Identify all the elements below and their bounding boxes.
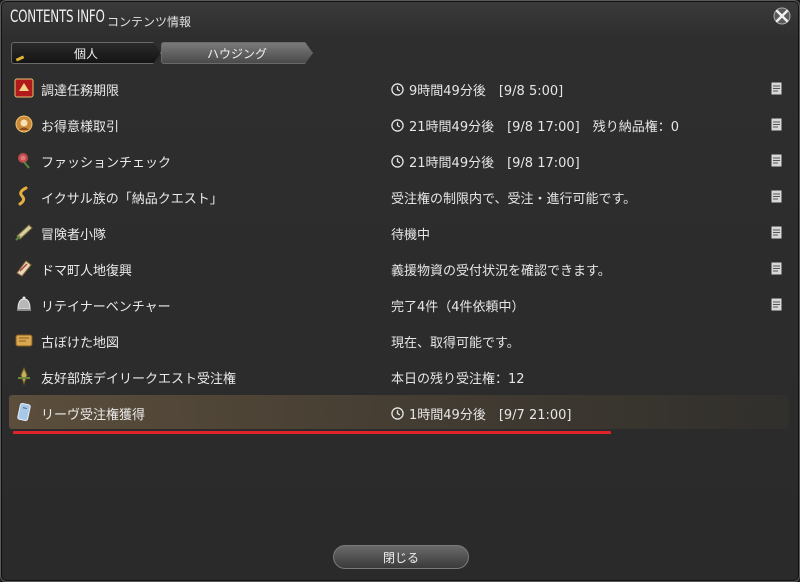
status-value: 9時間49分後 [9/8 5:00]	[409, 84, 564, 99]
status-value: 待機中	[391, 228, 431, 243]
status-value: 義援物資の受付状況を確認できます。	[391, 264, 611, 279]
status-text: 21時間49分後 [9/8 17:00]	[391, 152, 580, 171]
window-title: CONTENTS INFO	[10, 7, 105, 27]
detail-document-icon[interactable]	[771, 190, 782, 203]
treasure-map-icon	[13, 329, 35, 351]
list-item-label: ファッションチェック	[41, 156, 172, 171]
close-x-icon[interactable]	[771, 5, 793, 27]
squadron-icon	[13, 221, 35, 243]
list-item-label: イクサル族の「納品クエスト」	[41, 192, 223, 207]
status-text: 待機中	[391, 224, 430, 243]
detail-document-icon[interactable]	[771, 226, 782, 239]
custom-delivery-icon	[13, 113, 35, 135]
highlight-underline	[13, 431, 611, 434]
list-item-retainer-ventures[interactable]: リテイナーベンチャー 完了4件（4件依頼中）	[9, 287, 789, 321]
list-item-label: お得意様取引	[41, 120, 120, 135]
detail-document-icon[interactable]	[771, 82, 782, 95]
status-value: 完了4件（4件依頼中）	[391, 300, 525, 315]
detail-document-icon[interactable]	[771, 262, 782, 275]
title-bar[interactable]: CONTENTS INFO コンテンツ情報	[1, 1, 799, 35]
list-item-custom-deliveries[interactable]: お得意様取引 21時間49分後 [9/8 17:00] 残り納品権：0	[9, 107, 789, 141]
detail-document-icon[interactable]	[771, 298, 782, 311]
status-value: 本日の残り受注権：12	[391, 372, 525, 387]
close-button[interactable]: 閉じる	[333, 545, 469, 569]
list-item-label: 冒険者小隊	[41, 228, 107, 243]
status-text: 受注権の制限内で、受注・進行可能です。	[391, 188, 636, 207]
status-value: 21時間49分後 [9/8 17:00] 残り納品権：0	[409, 120, 680, 135]
clock-icon	[391, 155, 404, 168]
list-item-tribal-quests[interactable]: 友好部族デイリークエスト受注権 本日の残り受注権：12	[9, 359, 789, 393]
list-item-squadron[interactable]: 冒険者小隊 待機中	[9, 215, 789, 249]
status-text: 9時間49分後 [9/8 5:00]	[391, 80, 563, 99]
clock-icon	[391, 407, 404, 420]
window-subtitle: コンテンツ情報	[107, 15, 192, 29]
levequest-icon	[13, 401, 35, 423]
status-text: 義援物資の受付状況を確認できます。	[391, 260, 611, 279]
status-text: 本日の残り受注権：12	[391, 368, 525, 387]
list-item-fashion-report[interactable]: ファッションチェック 21時間49分後 [9/8 17:00]	[9, 143, 789, 177]
status-value: 21時間49分後 [9/8 17:00]	[409, 156, 580, 171]
list-item-label: リーヴ受注権獲得	[41, 408, 146, 423]
detail-document-icon[interactable]	[771, 154, 782, 167]
tab-personal[interactable]: 個人	[11, 42, 161, 64]
status-value: 1時間49分後 [9/7 21:00]	[409, 408, 572, 423]
contents-info-window: CONTENTS INFO コンテンツ情報 個人 ハウジング 調達任務期限 9時…	[0, 0, 800, 582]
retainer-bell-icon	[13, 293, 35, 315]
tab-housing[interactable]: ハウジング	[161, 42, 313, 64]
list-item-leve-allowances[interactable]: リーヴ受注権獲得 1時間49分後 [9/7 21:00]	[9, 395, 789, 429]
list-item-label: ドマ町人地復興	[41, 264, 133, 279]
status-value: 現在、取得可能です。	[391, 336, 520, 351]
list-item-label: 古ぼけた地図	[41, 336, 120, 351]
list-item-provisioning[interactable]: 調達任務期限 9時間49分後 [9/8 5:00]	[9, 71, 789, 105]
list-item-label: 友好部族デイリークエスト受注権	[41, 372, 237, 387]
status-text: 現在、取得可能です。	[391, 332, 520, 351]
status-value: 受注権の制限内で、受注・進行可能です。	[391, 192, 637, 207]
detail-document-icon[interactable]	[771, 118, 782, 131]
ixal-icon	[13, 185, 35, 207]
list-item-treasure-map[interactable]: 古ぼけた地図 現在、取得可能です。	[9, 323, 789, 357]
rose-icon	[13, 149, 35, 171]
status-text: 21時間49分後 [9/8 17:00] 残り納品権：0	[391, 116, 679, 135]
clock-icon	[391, 119, 404, 132]
list-item-label: リテイナーベンチャー	[41, 300, 171, 315]
list-item-doman-enclave[interactable]: ドマ町人地復興 義援物資の受付状況を確認できます。	[9, 251, 789, 285]
clock-icon	[391, 83, 404, 96]
doman-enclave-icon	[13, 257, 35, 279]
grand-company-icon	[13, 77, 35, 99]
status-text: 1時間49分後 [9/7 21:00]	[391, 404, 571, 423]
list-item-ixal-quests[interactable]: イクサル族の「納品クエスト」 受注権の制限内で、受注・進行可能です。	[9, 179, 789, 213]
status-text: 完了4件（4件依頼中）	[391, 296, 525, 315]
beast-tribe-icon	[13, 365, 35, 387]
list-item-label: 調達任務期限	[41, 84, 120, 99]
